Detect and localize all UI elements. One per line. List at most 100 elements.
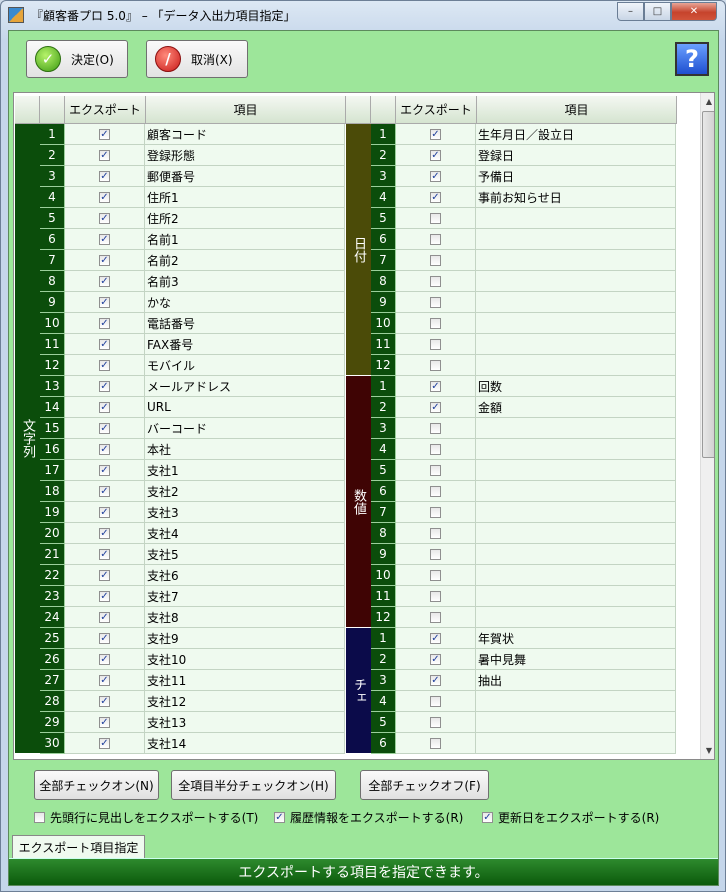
export-cell[interactable]: ✓ [396,397,476,418]
export-cell[interactable]: ✓ [65,145,145,166]
export-cell[interactable]: ✓ [65,586,145,607]
export-checkbox[interactable] [430,296,441,308]
export-cell[interactable]: ✓ [396,649,476,670]
cancel-button[interactable]: / 取消(X) [146,40,248,78]
export-checkbox[interactable]: ✓ [430,191,441,203]
export-checkbox[interactable]: ✓ [99,233,110,245]
minimize-button[interactable]: – [617,2,644,21]
export-checkbox[interactable]: ✓ [430,401,441,413]
all-check-on-button[interactable]: 全部チェックオン(N) [34,770,159,800]
export-checkbox[interactable]: ✓ [99,737,110,749]
export-cell[interactable] [396,418,476,439]
export-checkbox[interactable]: ✓ [99,359,110,371]
export-cell[interactable]: ✓ [396,166,476,187]
export-checkbox[interactable]: ✓ [99,674,110,686]
export-cell[interactable] [396,229,476,250]
option-header-row[interactable]: 先頭行に見出しをエクスポートする(T) [34,809,258,826]
title-bar[interactable]: 『顧客番プロ 5.0』 – 「データ入出力項目指定」 – □ ✕ [1,1,725,29]
export-cell[interactable]: ✓ [65,628,145,649]
export-checkbox[interactable] [430,422,441,434]
export-checkbox[interactable]: ✓ [430,128,441,140]
export-checkbox[interactable]: ✓ [430,149,441,161]
option-history-row[interactable]: ✓ 履歴情報をエクスポートする(R) [274,809,463,826]
export-checkbox[interactable] [430,464,441,476]
export-checkbox[interactable] [430,485,441,497]
export-checkbox[interactable] [430,275,441,287]
export-cell[interactable]: ✓ [65,187,145,208]
export-checkbox[interactable]: ✓ [99,548,110,560]
export-cell[interactable]: ✓ [65,502,145,523]
export-cell[interactable] [396,439,476,460]
ok-button[interactable]: ✓ 決定(O) [26,40,128,78]
export-checkbox[interactable]: ✓ [99,317,110,329]
export-checkbox[interactable] [430,212,441,224]
export-cell[interactable]: ✓ [65,124,145,145]
export-checkbox[interactable]: ✓ [430,632,441,644]
export-checkbox[interactable]: ✓ [99,443,110,455]
export-checkbox[interactable]: ✓ [99,212,110,224]
export-cell[interactable]: ✓ [65,271,145,292]
export-cell[interactable]: ✓ [65,397,145,418]
export-checkbox[interactable]: ✓ [430,380,441,392]
export-checkbox[interactable]: ✓ [99,590,110,602]
export-checkbox[interactable]: ✓ [99,254,110,266]
export-cell[interactable]: ✓ [65,418,145,439]
option-history-checkbox[interactable]: ✓ [274,812,285,823]
export-checkbox[interactable]: ✓ [99,380,110,392]
export-checkbox[interactable]: ✓ [99,569,110,581]
export-cell[interactable]: ✓ [65,355,145,376]
option-updated-row[interactable]: ✓ 更新日をエクスポートする(R) [482,809,659,826]
export-checkbox[interactable] [430,233,441,245]
export-checkbox[interactable]: ✓ [99,695,110,707]
export-cell[interactable]: ✓ [65,439,145,460]
export-checkbox[interactable]: ✓ [99,170,110,182]
export-checkbox[interactable]: ✓ [99,527,110,539]
export-checkbox[interactable]: ✓ [99,296,110,308]
export-cell[interactable]: ✓ [65,292,145,313]
export-cell[interactable] [396,586,476,607]
export-checkbox[interactable] [430,338,441,350]
export-checkbox[interactable]: ✓ [99,485,110,497]
export-cell[interactable] [396,250,476,271]
export-cell[interactable]: ✓ [396,124,476,145]
export-cell[interactable] [396,460,476,481]
export-checkbox[interactable]: ✓ [99,653,110,665]
export-cell[interactable] [396,565,476,586]
export-checkbox[interactable]: ✓ [99,611,110,623]
export-cell[interactable] [396,523,476,544]
export-checkbox[interactable]: ✓ [99,149,110,161]
export-cell[interactable] [396,292,476,313]
export-cell[interactable]: ✓ [65,670,145,691]
export-cell[interactable]: ✓ [396,628,476,649]
export-cell[interactable]: ✓ [396,145,476,166]
maximize-button[interactable]: □ [644,2,671,21]
export-checkbox[interactable] [430,506,441,518]
export-cell[interactable]: ✓ [65,691,145,712]
export-cell[interactable] [396,334,476,355]
export-cell[interactable] [396,733,476,754]
export-checkbox[interactable] [430,254,441,266]
export-checkbox[interactable]: ✓ [430,674,441,686]
export-cell[interactable]: ✓ [65,460,145,481]
export-checkbox[interactable]: ✓ [430,653,441,665]
export-cell[interactable] [396,607,476,628]
export-checkbox[interactable]: ✓ [99,422,110,434]
export-checkbox[interactable]: ✓ [99,401,110,413]
scroll-down-icon[interactable]: ▼ [701,742,714,759]
export-cell[interactable]: ✓ [396,187,476,208]
export-cell[interactable]: ✓ [65,733,145,754]
export-cell[interactable]: ✓ [65,481,145,502]
half-check-on-button[interactable]: 全項目半分チェックオン(H) [171,770,336,800]
export-cell[interactable]: ✓ [65,607,145,628]
export-cell[interactable]: ✓ [65,313,145,334]
export-cell[interactable] [396,691,476,712]
export-checkbox[interactable]: ✓ [430,170,441,182]
export-cell[interactable]: ✓ [65,544,145,565]
export-cell[interactable] [396,481,476,502]
export-cell[interactable]: ✓ [65,208,145,229]
export-checkbox[interactable]: ✓ [99,275,110,287]
export-checkbox[interactable]: ✓ [99,716,110,728]
export-checkbox[interactable] [430,359,441,371]
export-cell[interactable] [396,208,476,229]
export-cell[interactable]: ✓ [65,523,145,544]
